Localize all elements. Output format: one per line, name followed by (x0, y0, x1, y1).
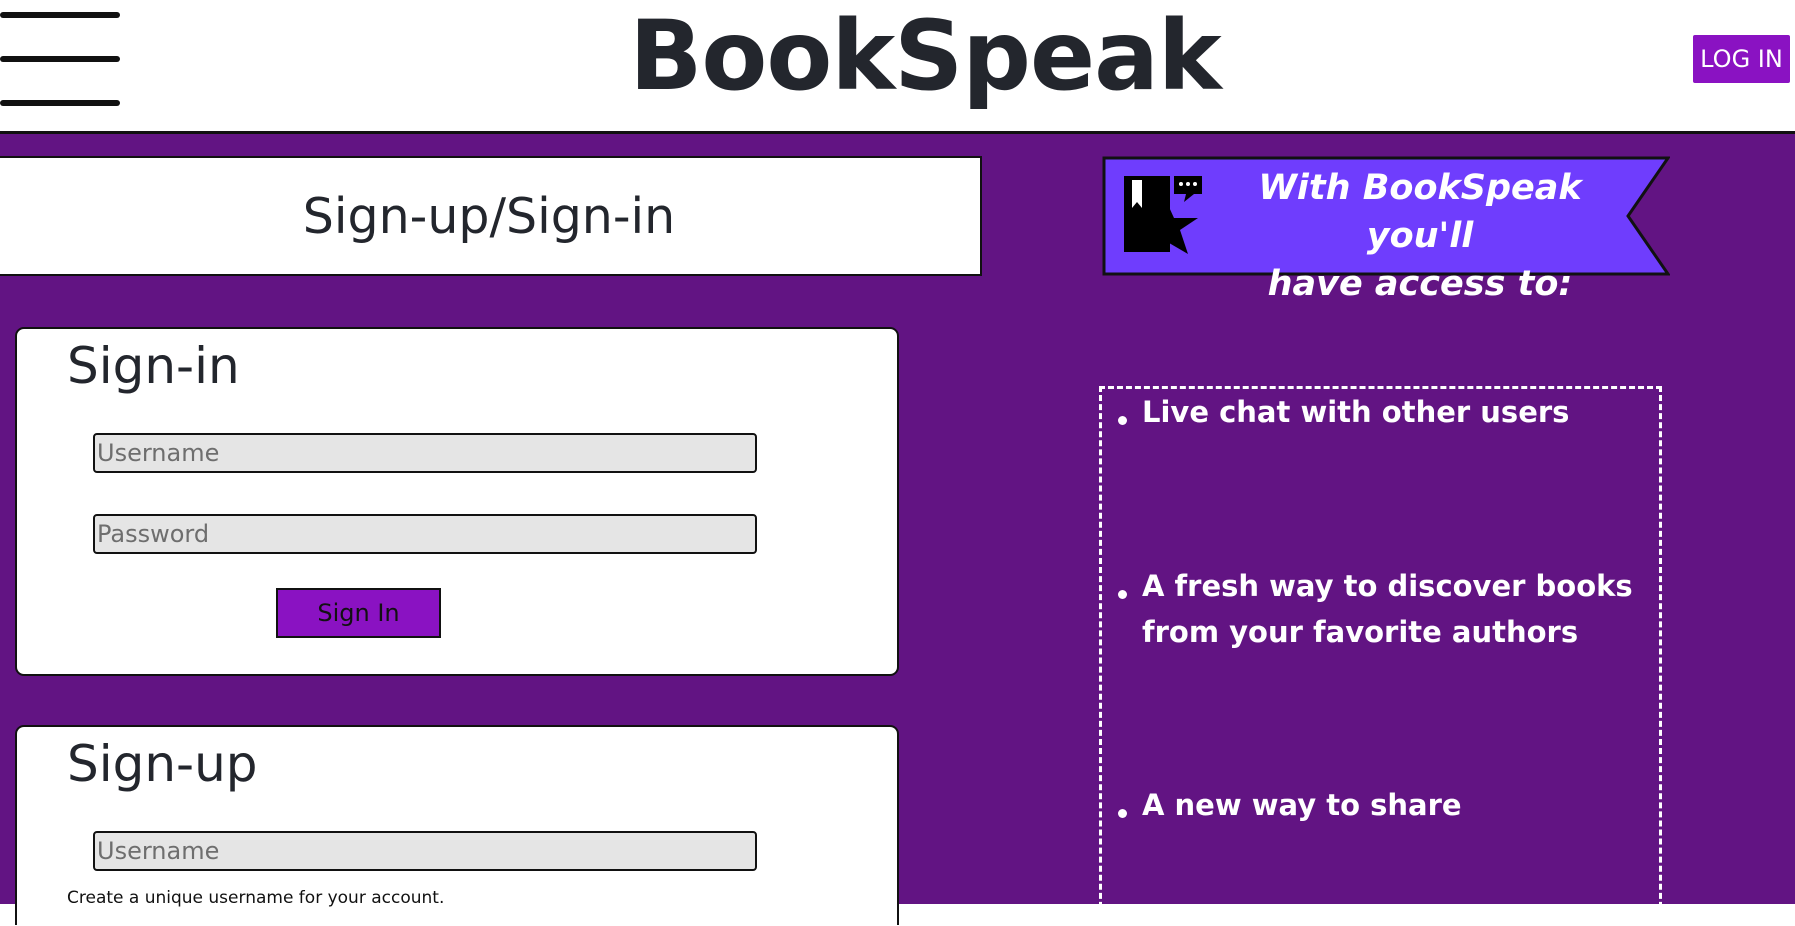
signup-heading: Sign-up (67, 735, 258, 793)
promo-banner-line2: have access to: (1267, 264, 1573, 304)
signin-card: Sign-in Sign In (15, 327, 899, 676)
signup-card: Sign-up Create a unique username for you… (15, 725, 899, 925)
page-title: Sign-up/Sign-in (302, 187, 676, 245)
feature-item: A new way to share (1142, 788, 1462, 822)
signin-button[interactable]: Sign In (276, 588, 441, 638)
bullet-icon (1118, 416, 1127, 425)
features-box: Live chat with other users A fresh way t… (1099, 386, 1662, 926)
feature-item: Live chat with other users (1142, 395, 1570, 429)
bullet-icon (1118, 809, 1127, 818)
main-content: Sign-up/Sign-in Sign-in Sign In Sign-up … (0, 134, 1795, 926)
signin-heading: Sign-in (67, 337, 240, 395)
bullet-icon (1118, 590, 1127, 599)
signup-username-input[interactable] (93, 831, 757, 871)
signin-password-input[interactable] (93, 514, 757, 554)
site-brand: BookSpeak (629, 0, 1222, 112)
site-header: BookSpeak LOG IN (0, 0, 1795, 134)
login-button[interactable]: LOG IN (1693, 35, 1790, 83)
promo-banner-text: With BookSpeak you'll have access to: (1200, 164, 1640, 308)
signin-username-input[interactable] (93, 433, 757, 473)
signup-username-hint: Create a unique username for your accoun… (67, 888, 445, 908)
promo-banner-line1: With BookSpeak you'll (1258, 168, 1582, 256)
page-title-box: Sign-up/Sign-in (0, 156, 982, 276)
feature-item: A fresh way to discover books from your … (1142, 569, 1633, 649)
